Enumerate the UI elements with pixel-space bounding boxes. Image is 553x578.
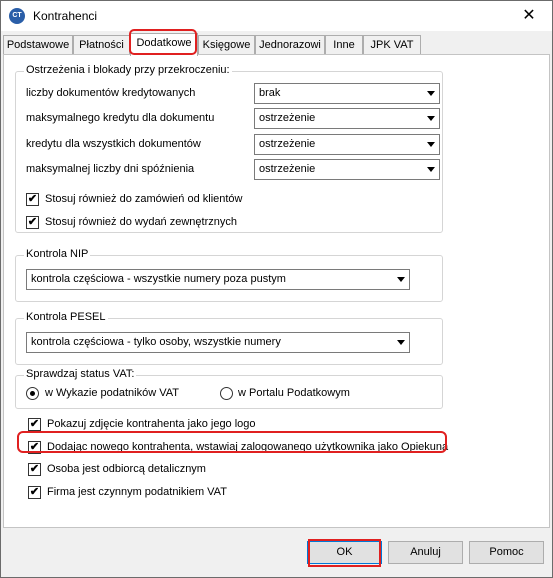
close-icon[interactable]: ✕ xyxy=(506,1,552,31)
tax-portal-radio-label: w Portalu Podatkowym xyxy=(238,387,350,399)
credit-docs-select[interactable]: brak xyxy=(254,83,440,104)
app-logo-icon: CT xyxy=(9,8,25,24)
tab-strip: Podstawowe Płatności Dodatkowe Księgowe … xyxy=(3,33,550,56)
vat-payer-checkbox[interactable]: ✔ xyxy=(28,486,41,499)
credit-all-docs-select[interactable]: ostrzeżenie xyxy=(254,134,440,155)
vat-register-radio-label: w Wykazie podatników VAT xyxy=(45,387,179,399)
max-credit-doc-select[interactable]: ostrzeżenie xyxy=(254,108,440,129)
select-value: kontrola częściowa - tylko osoby, wszyst… xyxy=(31,336,281,348)
warning-row-label: maksymalnej liczby dni spóźnienia xyxy=(26,163,195,175)
cancel-button[interactable]: Anuluj xyxy=(388,541,463,564)
chevron-down-icon xyxy=(427,91,435,96)
external-issues-checkbox-label: Stosuj również do wydań zewnętrznych xyxy=(45,216,237,228)
external-issues-checkbox[interactable]: ✔ xyxy=(26,216,39,229)
pesel-control-select[interactable]: kontrola częściowa - tylko osoby, wszyst… xyxy=(26,332,410,353)
orders-checkbox-label: Stosuj również do zamówień od klientów xyxy=(45,193,243,205)
chevron-down-icon xyxy=(427,116,435,121)
help-button[interactable]: Pomoc xyxy=(469,541,544,564)
tab-podstawowe[interactable]: Podstawowe xyxy=(3,35,73,55)
warnings-legend: Ostrzeżenia i blokady przy przekroczeniu… xyxy=(24,64,232,76)
select-value: kontrola częściowa - wszystkie numery po… xyxy=(31,273,286,285)
assign-caretaker-checkbox[interactable]: ✔ xyxy=(28,441,41,454)
vat-register-radio[interactable] xyxy=(26,387,39,400)
nip-legend: Kontrola NIP xyxy=(24,248,91,260)
retail-customer-label: Osoba jest odbiorcą detalicznym xyxy=(47,463,206,475)
title-bar: CT Kontrahenci ✕ xyxy=(1,1,552,31)
nip-group: Kontrola NIP kontrola częściowa - wszyst… xyxy=(15,248,443,302)
tab-jpk-vat[interactable]: JPK VAT xyxy=(363,35,421,55)
chevron-down-icon xyxy=(427,142,435,147)
chevron-down-icon xyxy=(397,277,405,282)
warnings-group: Ostrzeżenia i blokady przy przekroczeniu… xyxy=(15,64,443,233)
nip-control-select[interactable]: kontrola częściowa - wszystkie numery po… xyxy=(26,269,410,290)
warning-row-label: maksymalnego kredytu dla dokumentu xyxy=(26,112,215,124)
vat-status-legend: Sprawdzaj status VAT: xyxy=(24,368,137,380)
show-photo-checkbox[interactable]: ✔ xyxy=(28,418,41,431)
pesel-legend: Kontrola PESEL xyxy=(24,311,108,323)
tax-portal-radio[interactable] xyxy=(220,387,233,400)
pesel-group: Kontrola PESEL kontrola częściowa - tylk… xyxy=(15,311,443,365)
warning-row-label: liczby dokumentów kredytowanych xyxy=(26,87,196,99)
max-delay-days-select[interactable]: ostrzeżenie xyxy=(254,159,440,180)
assign-caretaker-label: Dodając nowego kontrahenta, wstawiaj zal… xyxy=(47,441,449,453)
tab-dodatkowe[interactable]: Dodatkowe xyxy=(130,33,198,56)
show-photo-label: Pokazuj zdjęcie kontrahenta jako jego lo… xyxy=(47,418,256,430)
orders-checkbox[interactable]: ✔ xyxy=(26,193,39,206)
chevron-down-icon xyxy=(397,340,405,345)
select-value: ostrzeżenie xyxy=(259,163,316,175)
tab-jednorazowi[interactable]: Jednorazowi xyxy=(255,35,325,55)
tab-ksiegowe[interactable]: Księgowe xyxy=(198,35,255,55)
tab-inne[interactable]: Inne xyxy=(325,35,363,55)
select-value: ostrzeżenie xyxy=(259,138,316,150)
select-value: ostrzeżenie xyxy=(259,112,316,124)
dialog-window: CT Kontrahenci ✕ Podstawowe Płatności Do… xyxy=(0,0,553,578)
vat-payer-label: Firma jest czynnym podatnikiem VAT xyxy=(47,486,227,498)
retail-customer-checkbox[interactable]: ✔ xyxy=(28,463,41,476)
warning-row-label: kredytu dla wszystkich dokumentów xyxy=(26,138,201,150)
select-value: brak xyxy=(259,87,281,99)
window-title: Kontrahenci xyxy=(33,9,98,23)
tab-platnosci[interactable]: Płatności xyxy=(73,35,130,55)
ok-button[interactable]: OK xyxy=(307,541,382,564)
vat-status-group: Sprawdzaj status VAT: w Wykazie podatnik… xyxy=(15,368,443,409)
chevron-down-icon xyxy=(427,167,435,172)
tab-page-dodatkowe: Ostrzeżenia i blokady przy przekroczeniu… xyxy=(3,54,550,528)
